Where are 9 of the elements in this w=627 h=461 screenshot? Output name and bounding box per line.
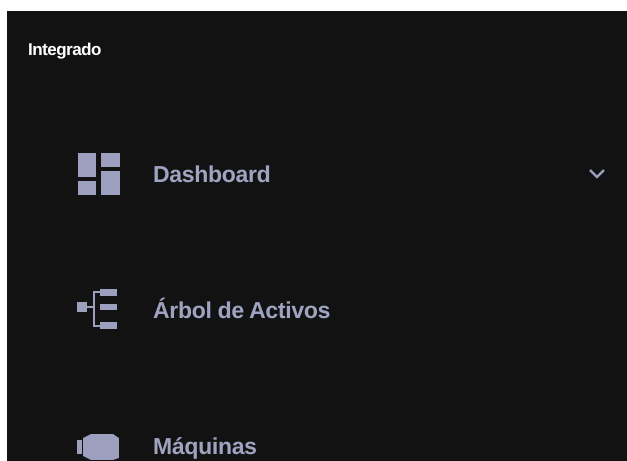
chevron-icon[interactable] — [589, 169, 605, 179]
sidebar-item[interactable]: Dashboard — [28, 106, 627, 242]
sidebar-item[interactable]: Máquinas — [28, 378, 627, 461]
sidebar-item[interactable]: Árbol de Activos — [28, 242, 627, 378]
dashboard-icon — [77, 152, 121, 196]
item-label: Máquinas — [153, 432, 258, 460]
item-label: Árbol de Activos — [153, 296, 332, 324]
sidebar-title: Integrado — [28, 40, 102, 61]
item-label: Dashboard — [153, 160, 272, 188]
